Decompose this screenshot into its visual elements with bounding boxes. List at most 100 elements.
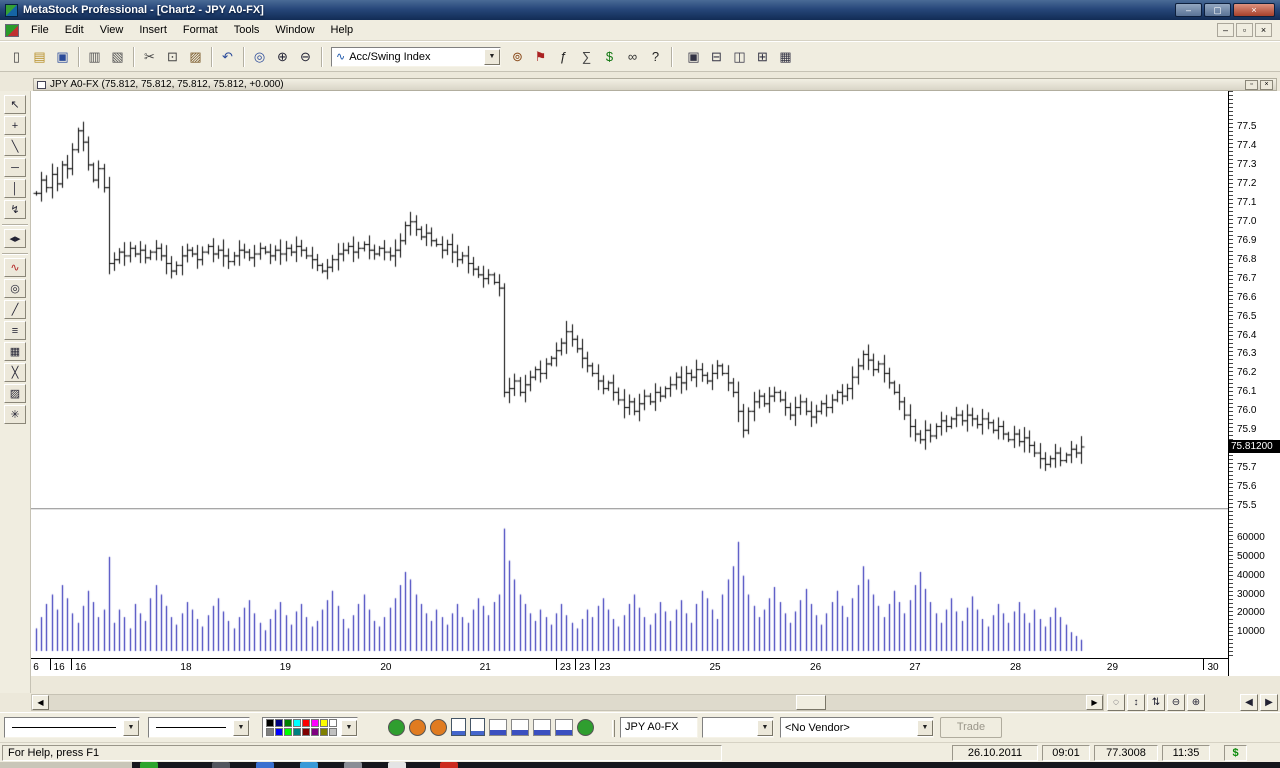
window-layout-button[interactable]: ▦ — [774, 46, 797, 68]
symbol-field[interactable]: JPY A0-FX — [620, 717, 698, 738]
refresh-quotes-button[interactable] — [388, 719, 405, 736]
chart-restore-button[interactable]: ▫ — [1245, 80, 1258, 90]
palette-color[interactable] — [320, 719, 328, 727]
speed-lines-tool[interactable]: ╱ — [4, 300, 26, 319]
palette-color[interactable] — [266, 728, 274, 736]
window-tile-vertical-button[interactable]: ◫ — [728, 46, 751, 68]
taskbar-icon-6[interactable] — [440, 762, 458, 768]
save-button[interactable]: ▣ — [51, 46, 74, 68]
window-tile-horizontal-button[interactable]: ⊟ — [705, 46, 728, 68]
indicator-palette-tool[interactable]: ∿ — [4, 258, 26, 277]
price-chart-pane[interactable] — [31, 91, 1228, 508]
close-button[interactable]: × — [1233, 3, 1275, 17]
copy-button[interactable]: ⊡ — [161, 46, 184, 68]
hatch-tool[interactable]: ▨ — [4, 384, 26, 403]
spiral-tool[interactable]: ◎ — [4, 279, 26, 298]
undo-button[interactable]: ↶ — [216, 46, 239, 68]
windows-taskbar[interactable] — [0, 762, 1280, 768]
period-dropdown-arrow-icon[interactable]: ▼ — [757, 720, 773, 736]
explorer-button[interactable]: ⚑ — [529, 46, 552, 68]
print-button[interactable]: ▥ — [83, 46, 106, 68]
indicator-quicklist-combo[interactable]: ∿ Acc/Swing Index ▼ — [331, 47, 501, 67]
menu-insert[interactable]: Insert — [131, 21, 175, 39]
open-button[interactable]: ▤ — [28, 46, 51, 68]
print-preview-button[interactable]: ▧ — [106, 46, 129, 68]
palette-color[interactable] — [266, 719, 274, 727]
palette-color[interactable] — [275, 728, 283, 736]
pointer-mode-button[interactable]: ◌ — [1107, 694, 1125, 711]
pnf-style-button[interactable] — [555, 719, 573, 736]
crosshair-tool[interactable]: + — [4, 116, 26, 135]
menu-window[interactable]: Window — [267, 21, 322, 39]
palette-color[interactable] — [302, 728, 310, 736]
taskbar-icon-4[interactable] — [344, 762, 362, 768]
mdi-close-button[interactable]: × — [1255, 23, 1272, 37]
taskbar-start-icon[interactable] — [140, 762, 158, 768]
scrollbar-track[interactable] — [49, 695, 1086, 710]
combo-dropdown-arrow-icon[interactable]: ▼ — [484, 49, 500, 65]
window-tile-button[interactable]: ⊞ — [751, 46, 774, 68]
palette-color[interactable] — [320, 728, 328, 736]
taskbar-icon-3[interactable] — [300, 762, 318, 768]
indicator-builder-button[interactable]: ƒ — [552, 46, 575, 68]
open-chart-page-button[interactable] — [451, 718, 466, 736]
color-picker-combo[interactable]: ▼ — [262, 717, 358, 738]
taskbar-icon-5[interactable] — [388, 762, 406, 768]
menu-help[interactable]: Help — [323, 21, 362, 39]
bar-style-button[interactable] — [489, 719, 507, 736]
mdi-minimize-button[interactable]: – — [1217, 23, 1234, 37]
palette-color[interactable] — [284, 728, 292, 736]
symbol-palette-tool[interactable]: ✳ — [4, 405, 26, 424]
toolbar-grip[interactable] — [612, 720, 615, 737]
chart-close-button[interactable]: × — [1260, 80, 1273, 90]
prev-chart-button[interactable]: ◀ — [1240, 694, 1258, 711]
online-trading-button[interactable] — [577, 719, 594, 736]
new-chart-page-button[interactable] — [470, 718, 485, 736]
vertical-line-tool[interactable]: │ — [4, 179, 26, 198]
trendline-tool[interactable]: ╲ — [4, 137, 26, 156]
grid-tool[interactable]: ▦ — [4, 342, 26, 361]
line-weight-combo[interactable]: ▼ — [148, 717, 250, 738]
volume-chart-canvas[interactable] — [31, 510, 1228, 658]
menu-format[interactable]: Format — [175, 21, 226, 39]
palette-color[interactable] — [329, 728, 337, 736]
trade-button[interactable]: Trade — [940, 717, 1002, 738]
scroll-right-arrow[interactable]: ▶ — [1086, 695, 1103, 710]
palette-color[interactable] — [329, 719, 337, 727]
system-tester-button[interactable]: ∑ — [575, 46, 598, 68]
data-window-button[interactable]: ↕ — [1127, 694, 1145, 711]
line-style-dropdown-arrow-icon[interactable]: ▼ — [123, 720, 139, 736]
palette-color[interactable] — [311, 719, 319, 727]
menu-tools[interactable]: Tools — [226, 21, 268, 39]
zoom-in-button[interactable]: ⊕ — [271, 46, 294, 68]
pointer-tool[interactable]: ↖ — [4, 95, 26, 114]
palette-color[interactable] — [284, 719, 292, 727]
zoom-out-small-button[interactable]: ⊖ — [1167, 694, 1185, 711]
scroll-left-right-tool[interactable]: ◂▸ — [4, 229, 26, 248]
minimize-button[interactable]: – — [1175, 3, 1202, 17]
candle-style-button[interactable] — [511, 719, 529, 736]
line-style-combo[interactable]: ▼ — [4, 717, 140, 738]
line-style-button[interactable] — [533, 719, 551, 736]
expert-advisor-button[interactable]: ⊚ — [506, 46, 529, 68]
gann-fan-tool[interactable]: ╳ — [4, 363, 26, 382]
line-weight-dropdown-arrow-icon[interactable]: ▼ — [233, 720, 249, 736]
downloader-orb-button[interactable] — [409, 719, 426, 736]
palette-color[interactable] — [275, 719, 283, 727]
palette-color[interactable] — [311, 728, 319, 736]
new-chart-button[interactable]: ▯ — [5, 46, 28, 68]
color-dropdown-arrow-icon[interactable]: ▼ — [341, 720, 357, 736]
palette-color[interactable] — [302, 719, 310, 727]
mdi-restore-button[interactable]: ▫ — [1236, 23, 1253, 37]
palette-color[interactable] — [293, 728, 301, 736]
zoom-out-button[interactable]: ⊖ — [294, 46, 317, 68]
horizontal-line-tool[interactable]: ─ — [4, 158, 26, 177]
vendor-dropdown-arrow-icon[interactable]: ▼ — [917, 720, 933, 736]
menu-view[interactable]: View — [92, 21, 132, 39]
horizontal-scrollbar[interactable]: ◀ ▶ — [31, 694, 1104, 711]
vendor-combo[interactable]: <No Vendor> ▼ — [780, 717, 934, 738]
taskbar-icon-1[interactable] — [212, 762, 230, 768]
context-help-button[interactable]: ? — [644, 46, 667, 68]
menu-edit[interactable]: Edit — [57, 21, 92, 39]
pan-button[interactable]: ◎ — [248, 46, 271, 68]
